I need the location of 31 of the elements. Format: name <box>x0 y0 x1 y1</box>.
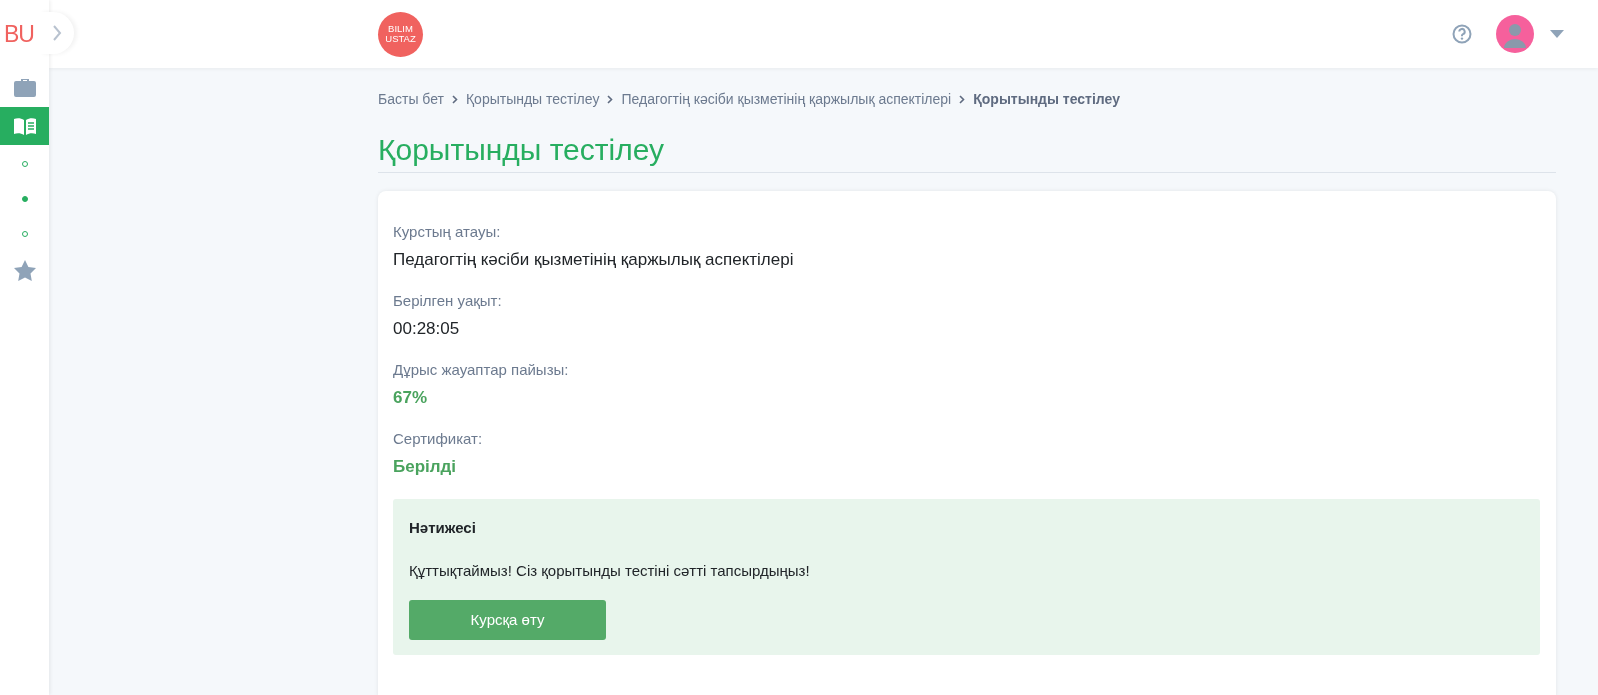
site-logo[interactable]: BILIM USTAZ <box>378 11 423 57</box>
book-icon <box>12 117 37 135</box>
field-label: Дұрыс жауаптар пайызы: <box>393 360 570 380</box>
chevron-icon <box>959 95 966 104</box>
chevron-icon <box>607 95 614 104</box>
expand-toggle[interactable] <box>40 12 74 54</box>
breadcrumb-item[interactable]: Басты бет <box>378 89 444 110</box>
field-label: Сертификат: <box>393 429 484 449</box>
breadcrumb-item[interactable]: Педагогтің кәсіби қызметінің қаржылық аспектілері <box>621 89 952 110</box>
field-value: Педагогтің кәсіби қызметінің қаржылық аспектілері <box>393 248 795 271</box>
result-title: Нәтижесі <box>409 518 477 538</box>
sidebar-item[interactable] <box>0 107 49 145</box>
chevron-icon <box>451 95 458 104</box>
field-value: Берілді <box>393 455 458 478</box>
dropdown-caret-icon[interactable] <box>1550 30 1564 38</box>
page-title: Қорытынды тестілеу <box>378 132 1556 173</box>
star-icon <box>13 259 36 281</box>
help-icon[interactable] <box>1452 24 1472 44</box>
briefcase-icon <box>13 77 36 97</box>
chevron-icon <box>52 25 62 41</box>
breadcrumb-item: Қорытынды тестілеу <box>973 90 1120 109</box>
field-value: 67% <box>393 386 429 409</box>
sidebar-subitem[interactable] <box>21 195 28 202</box>
go-to-course-button[interactable]: Курсқа өту <box>409 600 606 640</box>
result-message: Құттықтаймыз! Сіз қорытынды тестіні сәтті тапсырдыңыз! <box>409 560 811 581</box>
field-label: Курстың атауы: <box>393 222 502 242</box>
breadcrumb-item[interactable]: Қорытынды тестілеу <box>465 89 600 110</box>
logo[interactable]: BU <box>0 16 34 52</box>
field-label: Берілген уақыт: <box>393 291 503 311</box>
avatar-icon[interactable] <box>1496 15 1534 53</box>
field-value: 00:28:05 <box>393 317 461 340</box>
